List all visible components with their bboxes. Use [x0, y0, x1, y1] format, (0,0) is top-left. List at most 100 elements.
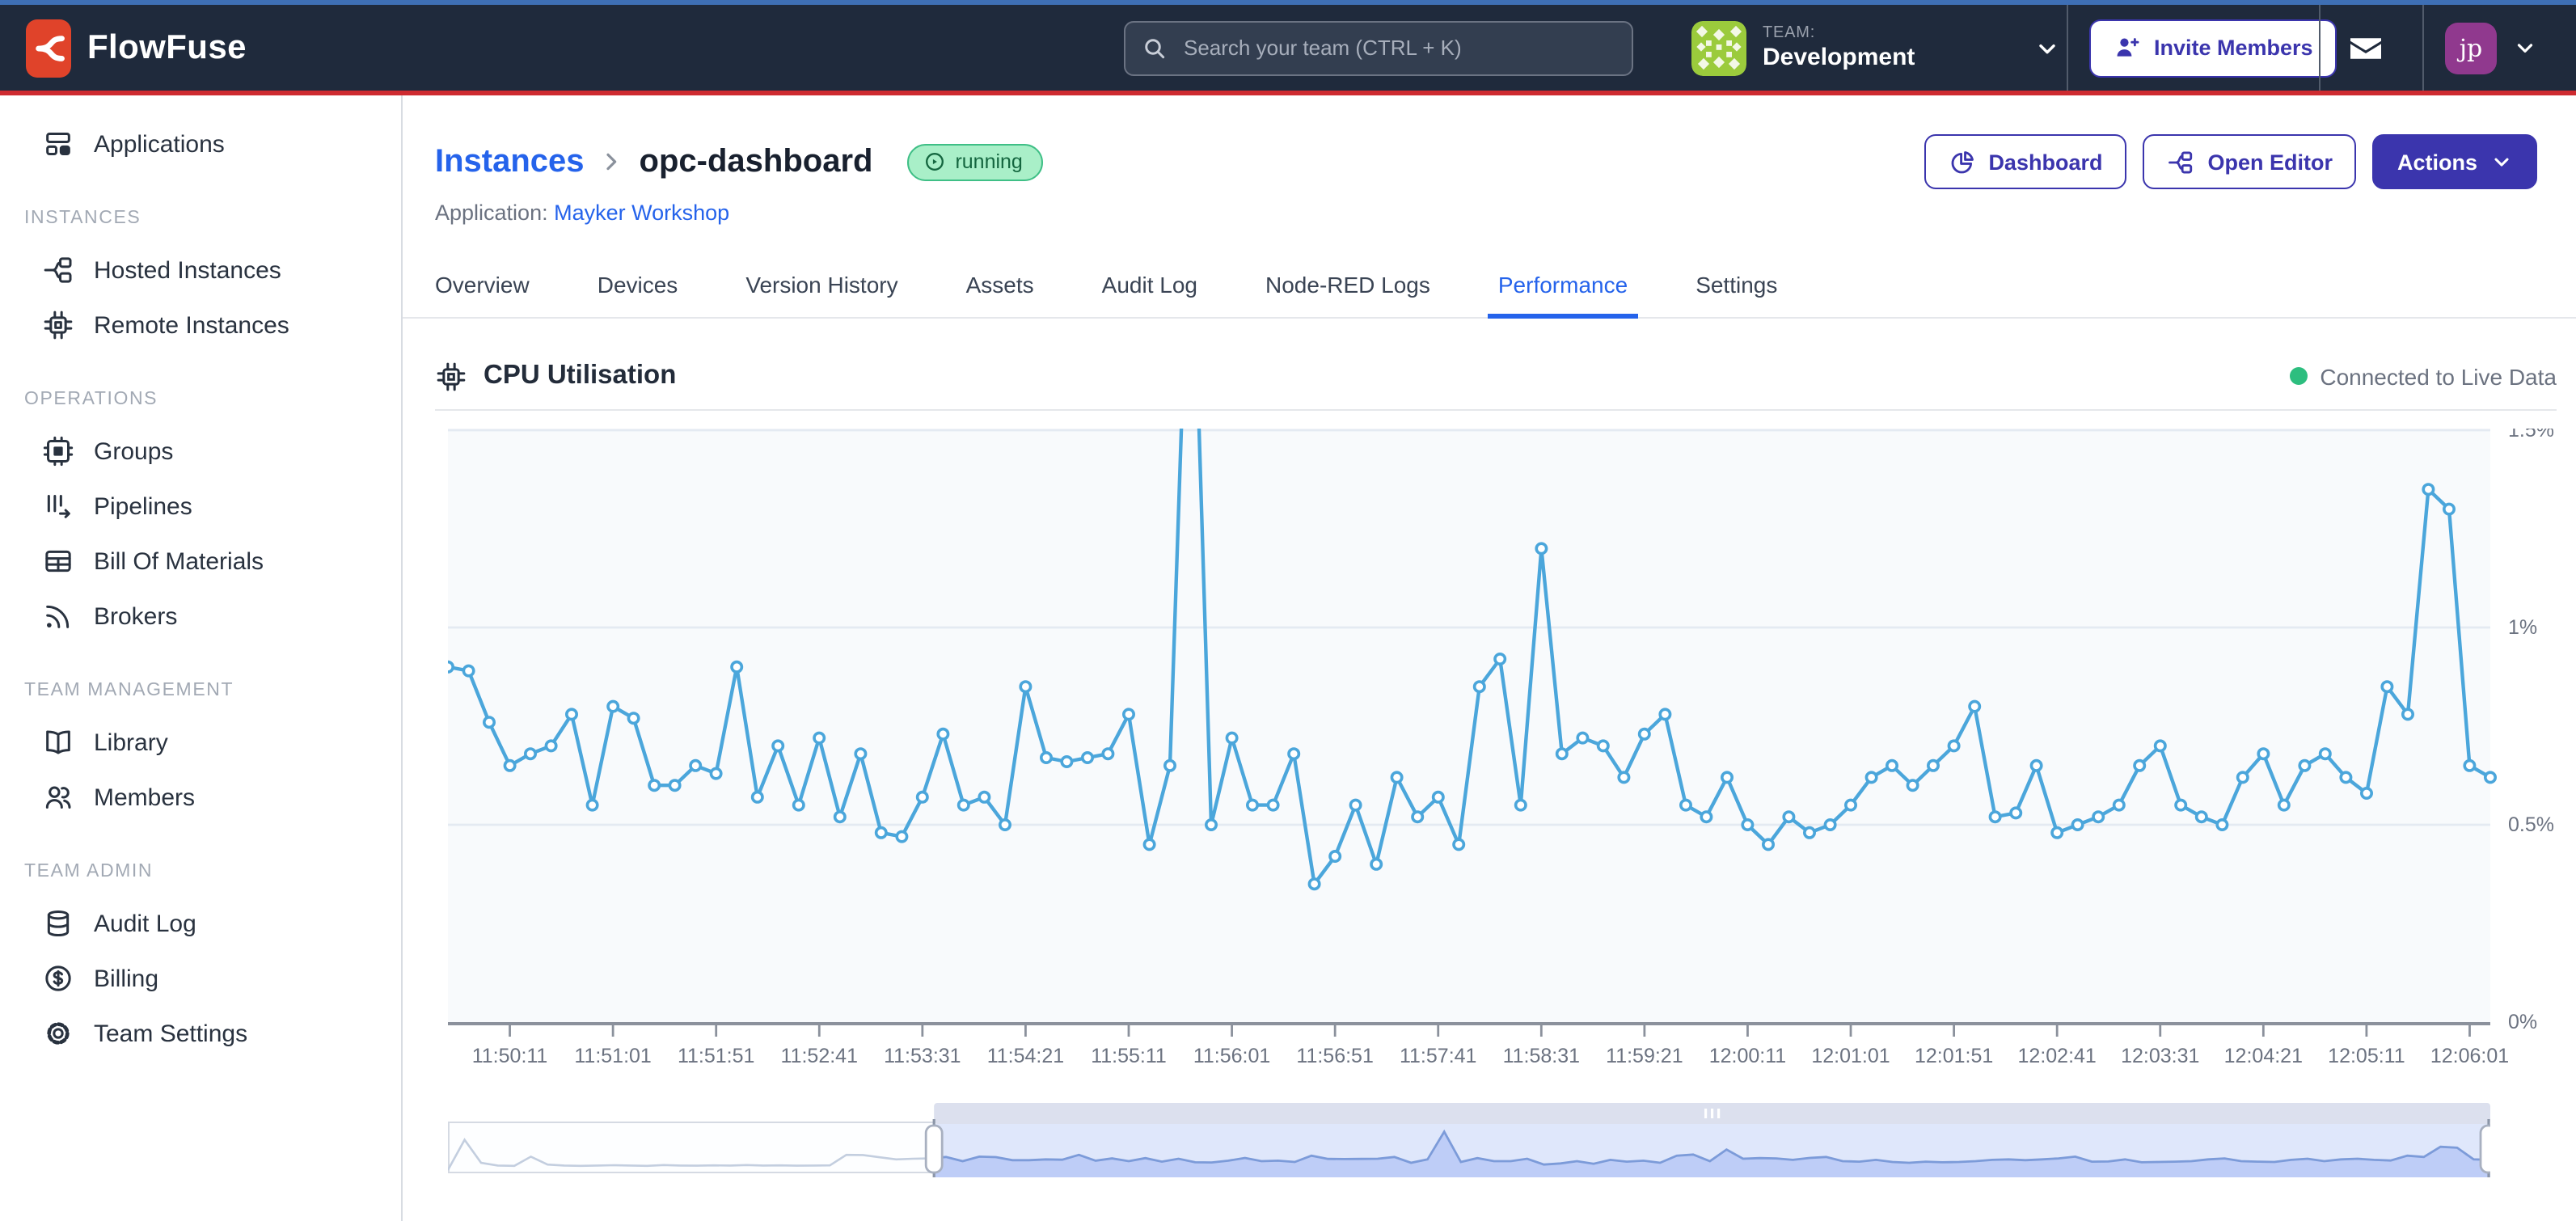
sidebar-item-members[interactable]: Members: [0, 770, 401, 825]
data-point: [1619, 771, 1628, 781]
data-point: [2444, 503, 2454, 513]
sidebar-item-label: Remote Instances: [94, 311, 289, 339]
data-point: [794, 799, 804, 809]
data-point: [463, 665, 473, 674]
live-status-label: Connected to Live Data: [2320, 363, 2557, 389]
brush-handle-left: [926, 1125, 942, 1172]
cpu-panel-header: CPU Utilisation Connected to Live Data: [435, 360, 2557, 410]
data-point: [1391, 771, 1401, 781]
application-link[interactable]: Mayker Workshop: [554, 201, 729, 225]
dashboard-button[interactable]: Dashboard: [1924, 134, 2126, 189]
bill-of-materials-icon: [42, 545, 74, 577]
remote-instances-icon: [42, 309, 74, 341]
data-point: [2423, 484, 2433, 493]
svg-text:11:50:11: 11:50:11: [472, 1044, 548, 1067]
team-search[interactable]: [1124, 20, 1633, 75]
data-point: [855, 748, 865, 758]
sidebar-item-label: Members: [94, 784, 195, 811]
cpu-utilisation-chart[interactable]: 0%0.5%1%1.5%2%2.5%11:50:1111:51:0111:51:…: [448, 428, 2557, 1079]
data-point: [1577, 732, 1587, 741]
chart-range-brush[interactable]: [448, 1102, 2557, 1191]
data-point: [2135, 760, 2144, 770]
svg-text:11:54:21: 11:54:21: [987, 1044, 1064, 1067]
data-point: [1846, 799, 1856, 809]
user-menu[interactable]: jp: [2445, 22, 2537, 74]
data-point: [1454, 839, 1463, 848]
tab-audit-log[interactable]: Audit Log: [1092, 257, 1207, 319]
tab-overview[interactable]: Overview: [425, 257, 539, 319]
sidebar-item-hosted-instances[interactable]: Hosted Instances: [0, 243, 401, 298]
sidebar-item-remote-instances[interactable]: Remote Instances: [0, 298, 401, 353]
sidebar-item-groups[interactable]: Groups: [0, 424, 401, 479]
svg-text:11:59:21: 11:59:21: [1606, 1044, 1683, 1067]
data-point: [1000, 819, 1010, 829]
sidebar-item-label: Billing: [94, 965, 158, 992]
data-point: [1495, 653, 1505, 663]
tab-node-red-logs[interactable]: Node-RED Logs: [1256, 257, 1440, 319]
data-point: [732, 661, 741, 671]
tab-settings[interactable]: Settings: [1686, 257, 1787, 319]
data-point: [1103, 748, 1113, 758]
flowfuse-logo[interactable]: FlowFuse: [26, 19, 247, 77]
sidebar-item-billing[interactable]: Billing: [0, 951, 401, 1006]
sidebar-item-library[interactable]: Library: [0, 715, 401, 770]
sidebar-item-bill-of-materials[interactable]: Bill Of Materials: [0, 534, 401, 589]
sidebar-item-label: Brokers: [94, 602, 177, 630]
svg-text:11:56:51: 11:56:51: [1296, 1044, 1373, 1067]
data-point: [2156, 740, 2165, 750]
search-icon: [1142, 35, 1168, 61]
data-point: [546, 740, 555, 750]
data-point: [2321, 748, 2330, 758]
data-point: [773, 740, 783, 750]
sidebar-item-team-settings[interactable]: Team Settings: [0, 1006, 401, 1061]
data-point: [1124, 708, 1134, 718]
sidebar-item-brokers[interactable]: Brokers: [0, 589, 401, 644]
sidebar-item-audit-log[interactable]: Audit Log: [0, 896, 401, 951]
tab-performance[interactable]: Performance: [1489, 257, 1637, 319]
live-status: Connected to Live Data: [2289, 363, 2557, 389]
svg-text:12:02:41: 12:02:41: [2018, 1044, 2097, 1067]
data-point: [918, 792, 927, 801]
data-point: [2217, 819, 2227, 829]
breadcrumb-instances-link[interactable]: Instances: [435, 143, 585, 180]
invite-members-button[interactable]: Invite Members: [2089, 19, 2337, 77]
data-point: [1907, 779, 1917, 789]
navbar-divider: [2319, 5, 2321, 91]
user-plus-icon: [2114, 34, 2141, 61]
groups-icon: [42, 435, 74, 467]
data-point: [567, 708, 576, 718]
data-point: [1330, 851, 1340, 860]
svg-text:11:53:31: 11:53:31: [884, 1044, 961, 1067]
data-point: [2072, 819, 2082, 829]
notifications-button[interactable]: [2342, 28, 2390, 67]
data-point: [814, 732, 824, 741]
data-point: [2114, 799, 2124, 809]
svg-text:11:56:01: 11:56:01: [1193, 1044, 1270, 1067]
data-point: [690, 760, 700, 770]
data-point: [1475, 681, 1484, 691]
applications-icon: [42, 128, 74, 160]
svg-text:12:04:21: 12:04:21: [2224, 1044, 2303, 1067]
data-point: [1083, 752, 1092, 762]
tab-assets[interactable]: Assets: [956, 257, 1044, 319]
search-input[interactable]: [1180, 34, 1615, 61]
sidebar-item-label: Audit Log: [94, 910, 196, 937]
actions-button[interactable]: Actions: [2373, 134, 2537, 189]
team-name: Development: [1763, 43, 2018, 71]
open-editor-button[interactable]: Open Editor: [2143, 134, 2357, 189]
data-point: [1248, 799, 1257, 809]
team-selector[interactable]: TEAM: Development: [1691, 0, 2060, 95]
tab-version-history[interactable]: Version History: [736, 257, 907, 319]
app-window: FlowFuse: [0, 0, 2576, 1221]
data-point: [1742, 819, 1752, 829]
sidebar-item-applications[interactable]: Applications: [0, 116, 401, 171]
team-avatar: [1691, 20, 1746, 75]
sidebar-item-pipelines[interactable]: Pipelines: [0, 479, 401, 534]
sidebar-section-header: TEAM ADMIN: [0, 862, 401, 881]
svg-text:12:03:31: 12:03:31: [2121, 1044, 2199, 1067]
tab-devices[interactable]: Devices: [588, 257, 688, 319]
data-point: [1350, 799, 1360, 809]
data-point: [2258, 748, 2268, 758]
billing-icon: [42, 962, 74, 995]
svg-text:0%: 0%: [2508, 1010, 2537, 1033]
